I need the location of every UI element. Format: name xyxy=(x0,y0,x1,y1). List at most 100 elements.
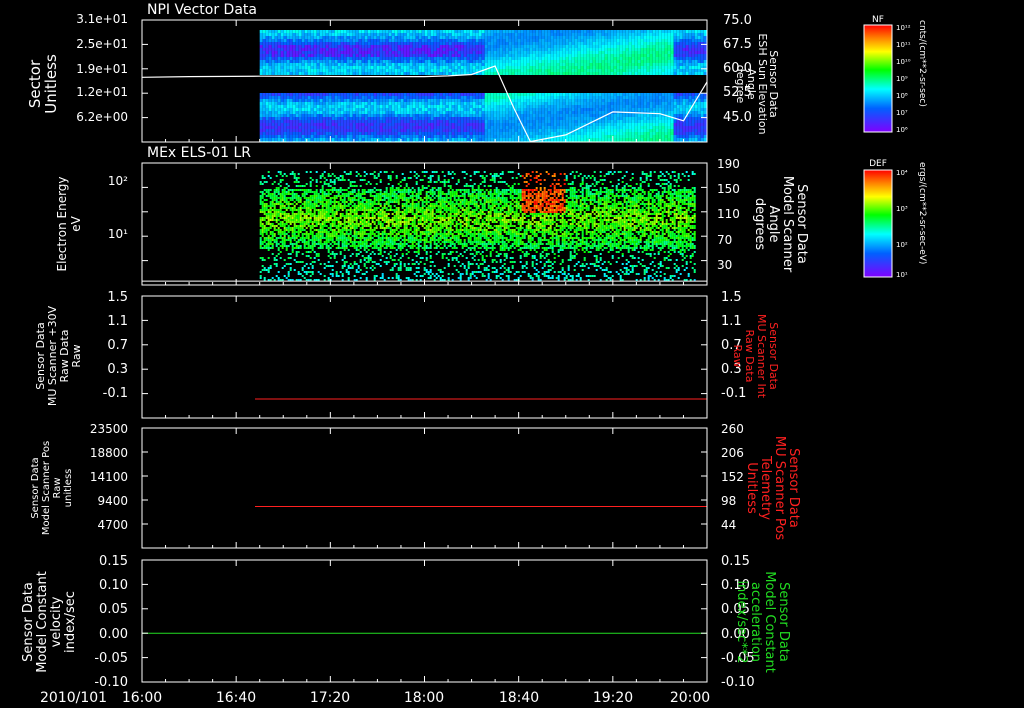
spectrogram-cell xyxy=(601,72,605,75)
spectrogram-cell xyxy=(382,120,386,123)
spectrogram-cell xyxy=(685,54,689,57)
spectrogram-cell xyxy=(370,45,374,48)
spectrogram-cell xyxy=(259,221,262,223)
spectrogram-cell xyxy=(343,69,347,72)
spectrogram-cell xyxy=(553,72,557,75)
spectrogram-cell xyxy=(586,96,590,99)
spectrogram-cell xyxy=(613,30,617,33)
spectrogram-cell xyxy=(346,117,350,120)
spectrogram-cell xyxy=(262,96,266,99)
spectrogram-cell xyxy=(358,57,362,60)
spectrogram-cell xyxy=(544,48,548,51)
spectrogram-cell xyxy=(322,120,326,123)
spectrogram-cell xyxy=(598,135,602,138)
spectrogram-cell xyxy=(682,105,686,108)
spectrogram-cell xyxy=(613,36,617,39)
spectrogram-cell xyxy=(388,108,392,111)
spectrogram-cell xyxy=(520,114,524,117)
spectrogram-cell xyxy=(403,102,407,105)
spectrogram-cell xyxy=(583,93,587,96)
spectrogram-cell xyxy=(397,99,401,102)
spectrogram-cell xyxy=(271,111,275,114)
spectrogram-cell xyxy=(331,126,335,129)
spectrogram-cell xyxy=(559,138,563,141)
spectrogram-cell xyxy=(337,96,341,99)
spectrogram-cell xyxy=(523,72,527,75)
spectrogram-cell xyxy=(334,48,338,51)
spectrogram-cell xyxy=(640,96,644,99)
spectrogram-cell xyxy=(436,72,440,75)
spectrogram-cell xyxy=(445,108,449,111)
spectrogram-cell xyxy=(358,66,362,69)
spectrogram-cell xyxy=(700,96,704,99)
spectrogram-cell xyxy=(562,96,566,99)
spectrogram-cell xyxy=(592,63,596,66)
spectrogram-cell xyxy=(448,102,452,105)
spectrogram-cell xyxy=(700,54,704,57)
spectrogram-cell xyxy=(514,117,518,120)
spectrogram-cell xyxy=(628,30,632,33)
spectrogram-cell xyxy=(421,39,425,42)
spectrogram-cell xyxy=(322,33,326,36)
spectrogram-cell xyxy=(451,120,455,123)
spectrogram-cell xyxy=(670,126,674,129)
spectrogram-cell xyxy=(430,51,434,54)
spectrogram-cell xyxy=(283,120,287,123)
spectrogram-cell xyxy=(508,126,512,129)
spectrogram-cell xyxy=(421,117,425,120)
spectrogram-cell xyxy=(355,54,359,57)
spectrogram-cell xyxy=(703,69,707,72)
spectrogram-cell xyxy=(349,36,353,39)
spectrogram-cell xyxy=(277,96,281,99)
spectrogram-cell xyxy=(433,48,437,51)
spectrogram-cell xyxy=(259,239,262,241)
spectrogram-cell xyxy=(409,63,413,66)
spectrogram-cell xyxy=(355,30,359,33)
spectrogram-cell xyxy=(373,129,377,132)
spectrogram-cell xyxy=(301,66,305,69)
spectrogram-cell xyxy=(700,123,704,126)
spectrogram-cell xyxy=(454,114,458,117)
spectrogram-cell xyxy=(466,54,470,57)
spectrogram-cell xyxy=(409,51,413,54)
spectrogram-cell xyxy=(499,114,503,117)
spectrogram-cell xyxy=(328,54,332,57)
spectrogram-cell xyxy=(325,57,329,60)
spectrogram-cell xyxy=(655,102,659,105)
spectrogram-cell xyxy=(301,132,305,135)
spectrogram-cell xyxy=(676,93,680,96)
spectrogram-cell xyxy=(580,108,584,111)
spectrogram-cell xyxy=(556,30,560,33)
spectrogram-cell xyxy=(643,72,647,75)
spectrogram-cell xyxy=(574,45,578,48)
spectrogram-cell xyxy=(463,99,467,102)
spectrogram-cell xyxy=(517,105,521,108)
spectrogram-cell xyxy=(313,111,317,114)
spectrogram-cell xyxy=(439,30,443,33)
spectrogram-cell xyxy=(565,63,569,66)
spectrogram-cell xyxy=(559,114,563,117)
spectrogram-cell xyxy=(313,66,317,69)
spectrogram-cell xyxy=(679,42,683,45)
spectrogram-cell xyxy=(267,175,270,177)
spectrogram-cell xyxy=(433,39,437,42)
spectrogram-cell xyxy=(271,60,275,63)
spectrogram-cell xyxy=(691,51,695,54)
spectrogram-cell xyxy=(658,108,662,111)
spectrogram-cell xyxy=(262,93,266,96)
spectrogram-cell xyxy=(622,51,626,54)
spectrogram-cell xyxy=(460,102,464,105)
spectrogram-cell xyxy=(541,51,545,54)
spectrogram-cell xyxy=(655,33,659,36)
spectrogram-cell xyxy=(268,45,272,48)
spectrogram-cell xyxy=(370,96,374,99)
spectrogram-cell xyxy=(541,117,545,120)
spectrogram-cell xyxy=(352,60,356,63)
spectrogram-cell xyxy=(466,138,470,141)
spectrogram-cell xyxy=(544,36,548,39)
spectrogram-cell xyxy=(415,48,419,51)
spectrogram-cell xyxy=(676,60,680,63)
spectrogram-cell xyxy=(316,93,320,96)
spectrogram-cell xyxy=(328,102,332,105)
spectrogram-cell xyxy=(490,93,494,96)
